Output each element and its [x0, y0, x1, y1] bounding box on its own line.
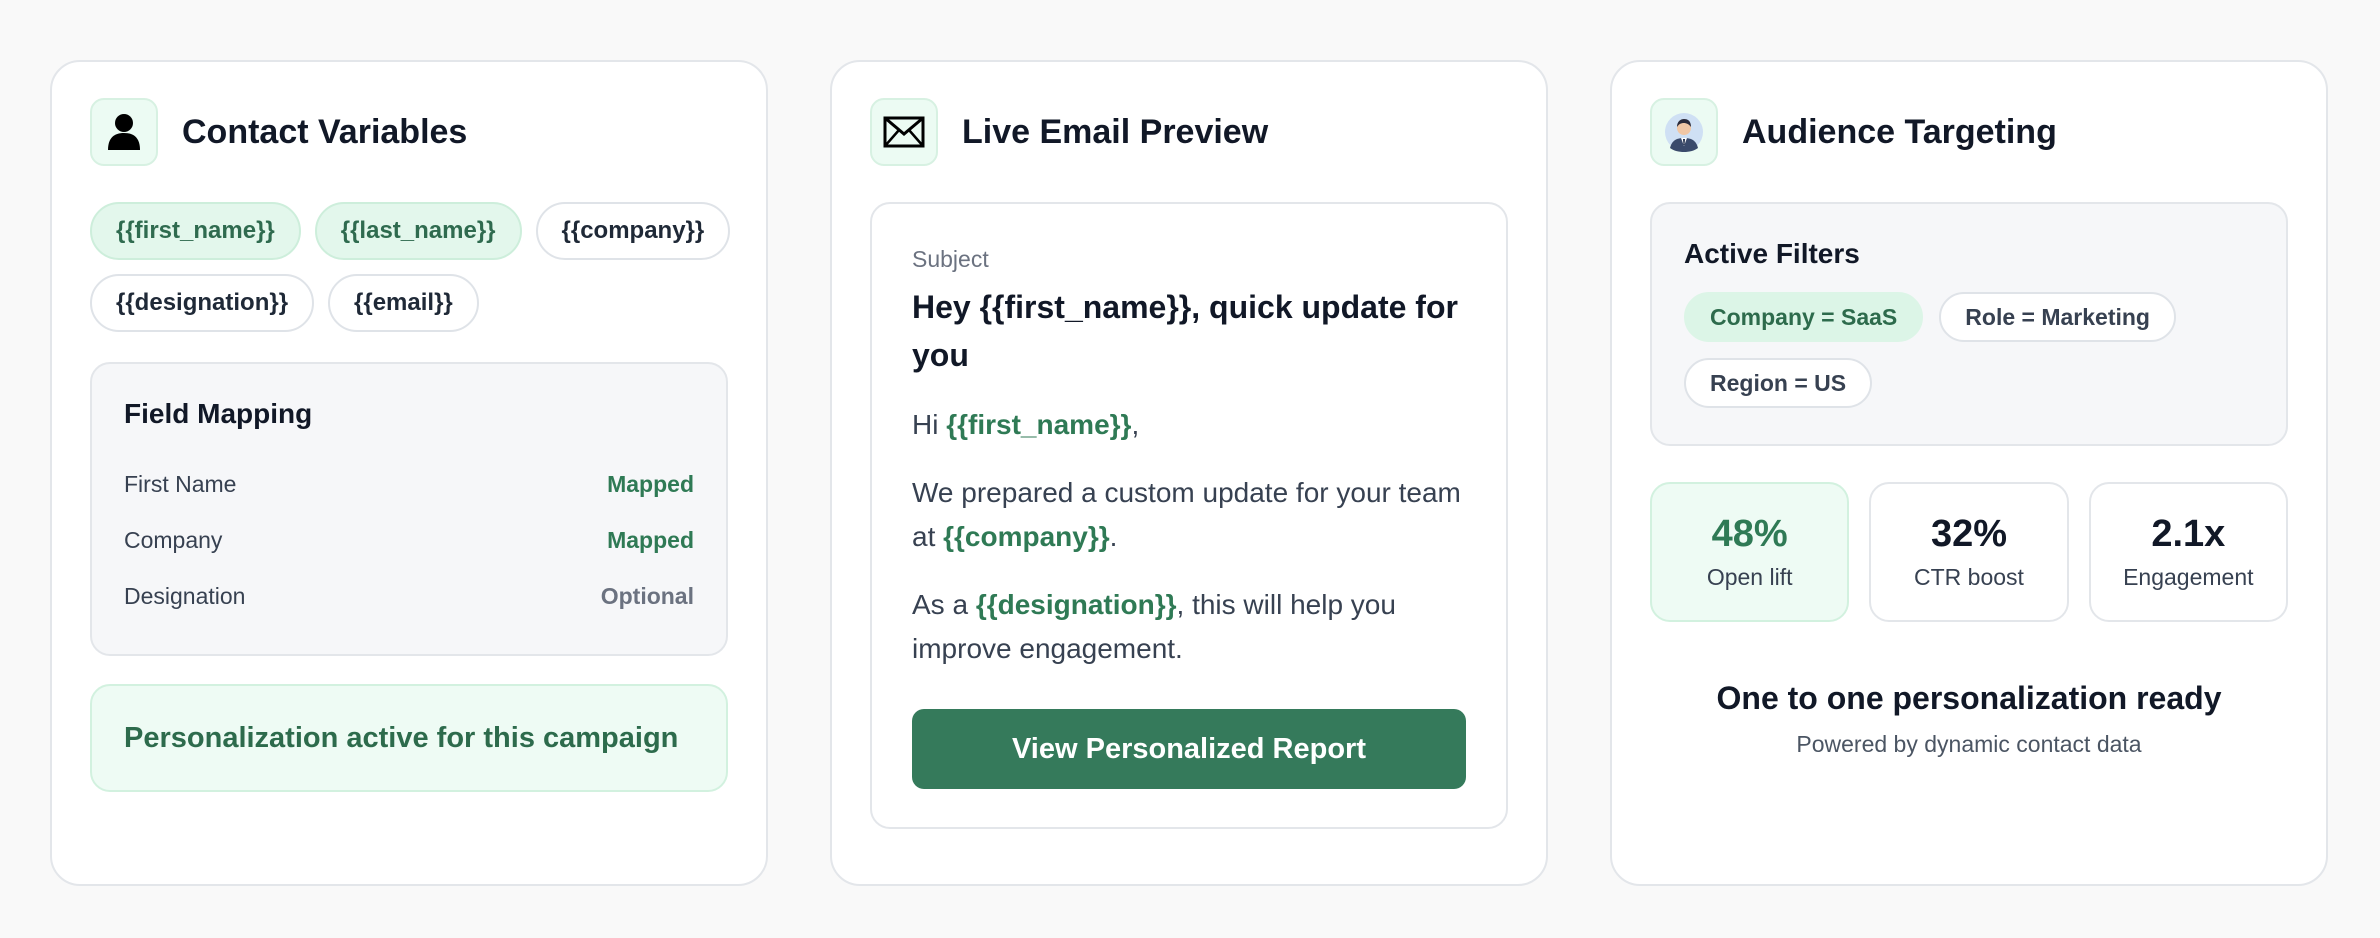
envelope-icon: [870, 98, 938, 166]
mapping-status: Optional: [600, 582, 694, 609]
stat-open-lift: 48% Open lift: [1650, 482, 1850, 622]
mapping-row: Company Mapped: [124, 512, 694, 568]
stat-label: Open lift: [1706, 564, 1793, 590]
field-mapping-title: Field Mapping: [124, 398, 313, 429]
card-header: Live Email Preview: [870, 98, 1508, 166]
view-report-button[interactable]: View Personalized Report: [912, 709, 1466, 789]
user-icon: [90, 98, 158, 166]
email-subject: Hey {{first_name}}, quick update for you: [912, 289, 1458, 373]
contact-variables-card: Contact Variables {{first_name}} {{last_…: [50, 60, 768, 886]
variable-token: {{company}}: [943, 521, 1110, 552]
stat-label: CTR boost: [1914, 564, 2024, 590]
stat-value: 32%: [1930, 513, 2008, 555]
ready-subtitle: Powered by dynamic contact data: [1796, 731, 2142, 757]
stat-value: 48%: [1711, 513, 1788, 555]
variable-chip-last-name[interactable]: {{last_name}}: [314, 202, 522, 260]
card-title: Live Email Preview: [962, 112, 1269, 151]
filter-chips: Company = SaaS Role = Marketing Region =…: [1684, 292, 2254, 408]
mapping-label: Designation: [124, 582, 246, 609]
variable-chip-designation[interactable]: {{designation}}: [90, 274, 315, 332]
ready-title: One to one personalization ready: [1716, 680, 2222, 716]
card-title: Audience Targeting: [1742, 112, 2057, 151]
audience-targeting-card: Audience Targeting Active Filters Compan…: [1610, 60, 2328, 886]
field-mapping-panel: Field Mapping First Name Mapped Company …: [90, 362, 728, 656]
stat-ctr-boost: 32% CTR boost: [1869, 482, 2069, 622]
email-paragraph: We prepared a custom update for your tea…: [912, 477, 1461, 552]
variable-chip-company[interactable]: {{company}}: [535, 202, 731, 260]
card-title: Contact Variables: [182, 112, 468, 151]
ready-section: One to one personalization ready Powered…: [1650, 680, 2288, 758]
email-paragraph: As a {{designation}}, this will help you…: [912, 589, 1396, 664]
filter-chip-region[interactable]: Region = US: [1684, 358, 1873, 408]
mapping-label: Company: [124, 526, 223, 553]
card-header: Contact Variables: [90, 98, 728, 166]
active-filters-panel: Active Filters Company = SaaS Role = Mar…: [1650, 202, 2288, 446]
person-avatar-icon: [1650, 98, 1718, 166]
email-greeting: Hi {{first_name}},: [912, 409, 1140, 440]
filter-chip-role[interactable]: Role = Marketing: [1939, 292, 2176, 342]
mapping-label: First Name: [124, 470, 237, 497]
cards-row: Contact Variables {{first_name}} {{last_…: [50, 60, 2328, 886]
active-filters-title: Active Filters: [1684, 238, 1860, 269]
variable-chips: {{first_name}} {{last_name}} {{company}}…: [90, 202, 750, 332]
personalization-banner: Personalization active for this campaign: [90, 684, 728, 792]
subject-label: Subject: [912, 246, 989, 272]
mapping-status: Mapped: [607, 470, 694, 497]
mapping-status: Mapped: [607, 526, 694, 553]
live-email-preview-card: Live Email Preview Subject Hey {{first_n…: [830, 60, 1548, 886]
variable-chip-email[interactable]: {{email}}: [328, 274, 479, 332]
stat-engagement: 2.1x Engagement: [2088, 482, 2288, 622]
stats-row: 48% Open lift 32% CTR boost 2.1x Engagem…: [1650, 482, 2288, 622]
stat-value: 2.1x: [2151, 513, 2226, 555]
stat-label: Engagement: [2123, 564, 2254, 590]
variable-token: {{designation}}: [975, 589, 1177, 620]
mapping-row: First Name Mapped: [124, 456, 694, 512]
variable-token: {{first_name}}: [946, 409, 1132, 440]
mapping-row: Designation Optional: [124, 568, 694, 624]
filter-chip-company[interactable]: Company = SaaS: [1684, 292, 1924, 342]
email-preview: Subject Hey {{first_name}}, quick update…: [870, 202, 1508, 829]
card-header: Audience Targeting: [1650, 98, 2288, 166]
variable-chip-first-name[interactable]: {{first_name}}: [90, 202, 301, 260]
